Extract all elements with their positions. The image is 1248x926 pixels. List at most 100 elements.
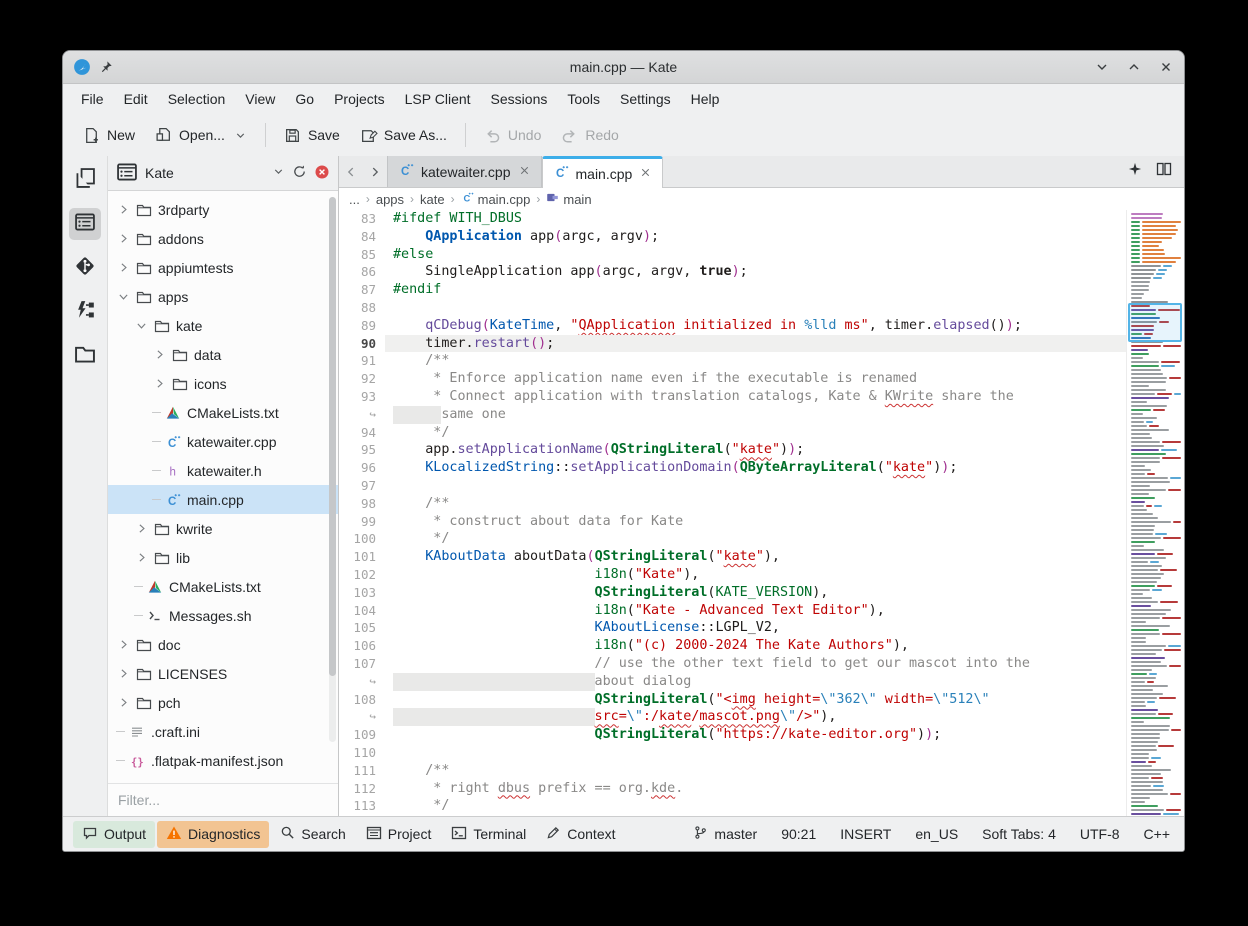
code-line-93[interactable]: 93 * Connect application with translatio… xyxy=(339,388,1126,406)
statusbar-project-button[interactable]: Project xyxy=(357,821,441,848)
status-soft-tabs-4[interactable]: Soft Tabs: 4 xyxy=(982,826,1056,842)
expander-open-icon[interactable] xyxy=(134,319,148,332)
tree-item-kate[interactable]: kate xyxy=(108,311,338,340)
newbutton[interactable]: New xyxy=(73,120,145,151)
tree-item-icons[interactable]: icons xyxy=(108,369,338,398)
code-line-86[interactable]: 86 SingleApplication app(argc, argv, tru… xyxy=(339,263,1126,281)
code-line-105[interactable]: 105 KAboutLicense::LGPL_V2, xyxy=(339,619,1126,637)
code-line-95[interactable]: 95 app.setApplicationName(QStringLiteral… xyxy=(339,441,1126,459)
code-line-106[interactable]: 106 i18n("(c) 2000-2024 The Kate Authors… xyxy=(339,637,1126,655)
expander-closed-icon[interactable] xyxy=(116,696,130,709)
code-line-85[interactable]: 85#else xyxy=(339,246,1126,264)
savebutton[interactable]: Save xyxy=(274,120,350,151)
code-wrap-row[interactable]: ↪about dialog xyxy=(339,673,1126,691)
tree-item-.flatpak-manifest.json[interactable]: {}.flatpak-manifest.json xyxy=(108,746,338,775)
breadcrumb-main[interactable]: main xyxy=(546,191,591,207)
expander-open-icon[interactable] xyxy=(116,290,130,303)
code-line-98[interactable]: 98 /** xyxy=(339,495,1126,513)
breadcrumb-...[interactable]: ... xyxy=(349,192,360,207)
tab-close-icon[interactable] xyxy=(639,166,652,182)
tab-close-icon[interactable] xyxy=(518,164,531,180)
code-line-87[interactable]: 87#endif xyxy=(339,281,1126,299)
breadcrumb-apps[interactable]: apps xyxy=(376,192,404,207)
code-line-110[interactable]: 110 xyxy=(339,744,1126,762)
status-master[interactable]: master xyxy=(693,825,757,843)
tree-item-.craft.ini[interactable]: .craft.ini xyxy=(108,717,338,746)
tree-item-Messages.sh[interactable]: Messages.sh xyxy=(108,601,338,630)
menu-help[interactable]: Help xyxy=(681,87,730,111)
menu-settings[interactable]: Settings xyxy=(610,87,681,111)
minimize-icon[interactable] xyxy=(1094,59,1110,75)
code-line-103[interactable]: 103 QStringLiteral(KATE_VERSION), xyxy=(339,584,1126,602)
code-line-112[interactable]: 112 * right dbus prefix == org.kde. xyxy=(339,780,1126,798)
open-button[interactable]: Open... xyxy=(145,120,257,151)
chevron-down-icon[interactable] xyxy=(272,165,285,181)
tree-item-katewaiter.h[interactable]: hkatewaiter.h xyxy=(108,456,338,485)
code-line-84[interactable]: 84 QApplication app(argc, argv); xyxy=(339,228,1126,246)
code-line-114[interactable]: 114 aboutData.setOrganizationDomain(QByt… xyxy=(339,815,1126,816)
status-90-21[interactable]: 90:21 xyxy=(781,826,816,842)
tab-katewaiter.cpp[interactable]: Ckatewaiter.cpp xyxy=(387,156,542,187)
code-line-109[interactable]: 109 QStringLiteral("https://kate-editor.… xyxy=(339,726,1126,744)
tree-item-main.cpp[interactable]: Cmain.cpp xyxy=(108,485,338,514)
statusbar-context-button[interactable]: Context xyxy=(537,821,624,847)
tree-item-apps[interactable]: apps xyxy=(108,282,338,311)
menu-projects[interactable]: Projects xyxy=(324,87,395,111)
breadcrumb-kate[interactable]: kate xyxy=(420,192,445,207)
menu-tools[interactable]: Tools xyxy=(557,87,610,111)
status-c-[interactable]: C++ xyxy=(1144,826,1170,842)
code-line-91[interactable]: 91 /** xyxy=(339,352,1126,370)
statusbar-search-button[interactable]: Search xyxy=(271,821,354,847)
tree-item-addons[interactable]: addons xyxy=(108,224,338,253)
menu-go[interactable]: Go xyxy=(285,87,324,111)
code-line-113[interactable]: 113 */ xyxy=(339,797,1126,815)
code-line-100[interactable]: 100 */ xyxy=(339,530,1126,548)
sidebar-tool-folder-tool-icon[interactable] xyxy=(69,340,101,372)
statusbar-terminal-button[interactable]: Terminal xyxy=(442,821,535,848)
tree-item-kwrite[interactable]: kwrite xyxy=(108,514,338,543)
code-line-108[interactable]: 108 QStringLiteral("<img height=\"362\" … xyxy=(339,691,1126,709)
tree-item-3rdparty[interactable]: 3rdparty xyxy=(108,195,338,224)
tree-item-CMakeLists.txt[interactable]: CMakeLists.txt xyxy=(108,398,338,427)
breadcrumb-main.cpp[interactable]: Cmain.cpp xyxy=(461,191,531,207)
titlebar[interactable]: main.cpp — Kate xyxy=(63,51,1184,84)
code-line-92[interactable]: 92 * Enforce application name even if th… xyxy=(339,370,1126,388)
code-wrap-row[interactable]: ↪src=\":/kate/mascot.png\"/>"), xyxy=(339,708,1126,726)
tree-scrollbar[interactable] xyxy=(329,197,336,742)
statusbar-output-button[interactable]: Output xyxy=(73,821,155,848)
filter-input[interactable] xyxy=(108,783,338,816)
forward-icon[interactable] xyxy=(363,156,387,187)
code-line-111[interactable]: 111 /** xyxy=(339,762,1126,780)
sidebar-tool-documents-icon[interactable] xyxy=(69,164,101,196)
code-line-83[interactable]: 83#ifdef WITH_DBUS xyxy=(339,210,1126,228)
code-line-97[interactable]: 97 xyxy=(339,477,1126,495)
expander-closed-icon[interactable] xyxy=(134,522,148,535)
code-line-104[interactable]: 104 i18n("Kate - Advanced Text Editor"), xyxy=(339,602,1126,620)
code-line-89[interactable]: 89 qCDebug(KateTime, "QApplication initi… xyxy=(339,317,1126,335)
code-wrap-row[interactable]: ↪same one xyxy=(339,406,1126,424)
status-utf-8[interactable]: UTF-8 xyxy=(1080,826,1120,842)
status-en-us[interactable]: en_US xyxy=(915,826,958,842)
expander-closed-icon[interactable] xyxy=(116,203,130,216)
code-line-102[interactable]: 102 i18n("Kate"), xyxy=(339,566,1126,584)
code-line-107[interactable]: 107 // use the other text field to get o… xyxy=(339,655,1126,673)
expander-closed-icon[interactable] xyxy=(116,667,130,680)
tree-item-CMakeLists.txt[interactable]: CMakeLists.txt xyxy=(108,572,338,601)
sidebar-tool-git-icon[interactable] xyxy=(69,252,101,284)
menu-sessions[interactable]: Sessions xyxy=(481,87,558,111)
save-as-button[interactable]: Save As... xyxy=(350,120,457,151)
tree-item-data[interactable]: data xyxy=(108,340,338,369)
tree-item-LICENSES[interactable]: LICENSES xyxy=(108,659,338,688)
expander-closed-icon[interactable] xyxy=(116,232,130,245)
refresh-icon[interactable] xyxy=(292,164,307,182)
tree-item-katewaiter.cpp[interactable]: Ckatewaiter.cpp xyxy=(108,427,338,456)
code-line-94[interactable]: 94 */ xyxy=(339,424,1126,442)
menu-selection[interactable]: Selection xyxy=(158,87,236,111)
code-line-101[interactable]: 101 KAboutData aboutData(QStringLiteral(… xyxy=(339,548,1126,566)
text-editor[interactable]: 83#ifdef WITH_DBUS84 QApplication app(ar… xyxy=(339,210,1126,816)
expander-closed-icon[interactable] xyxy=(152,377,166,390)
menu-file[interactable]: File xyxy=(71,87,114,111)
code-line-99[interactable]: 99 * construct about data for Kate xyxy=(339,513,1126,531)
code-line-90[interactable]: 90 timer.restart(); xyxy=(339,335,1126,353)
menu-view[interactable]: View xyxy=(235,87,285,111)
